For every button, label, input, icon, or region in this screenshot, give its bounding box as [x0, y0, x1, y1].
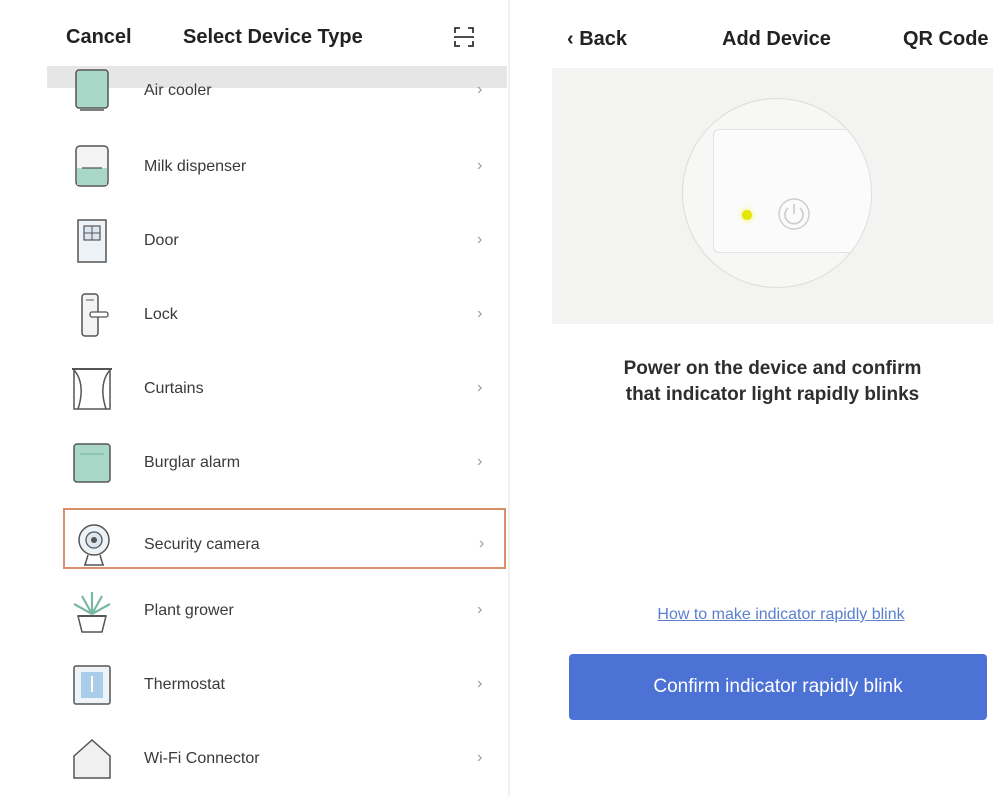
device-type-list[interactable]: Air cooler › Milk dispenser › Door › Loc… [0, 62, 508, 796]
list-item-thermostat[interactable]: Thermostat › [60, 648, 506, 722]
confirm-indicator-button[interactable]: Confirm indicator rapidly blink [569, 654, 987, 720]
chevron-right-icon: › [477, 601, 483, 618]
wifi-connector-icon [73, 738, 111, 779]
list-item-label: Door [144, 232, 179, 249]
list-item-security-camera[interactable]: Security camera › [63, 508, 506, 569]
cancel-button[interactable]: Cancel [66, 26, 132, 49]
device-zoom-circle [682, 98, 872, 288]
air-cooler-icon [75, 69, 109, 111]
scan-icon[interactable] [452, 25, 476, 49]
list-item-label: Plant grower [144, 602, 234, 619]
back-button[interactable]: ‹ Back [567, 28, 627, 51]
chevron-right-icon: › [477, 453, 483, 470]
lock-icon [81, 293, 109, 337]
list-item-wifi-connector[interactable]: Wi-Fi Connector › [60, 722, 506, 796]
list-item-curtains[interactable]: Curtains › [60, 352, 506, 426]
list-item-milk-dispenser[interactable]: Milk dispenser › [60, 130, 506, 204]
list-item-burglar-alarm[interactable]: Burglar alarm › [60, 426, 506, 500]
instruction-line-2: that indicator light rapidly blinks [625, 384, 920, 405]
list-item-label: Burglar alarm [144, 454, 241, 471]
list-item-lock[interactable]: Lock › [60, 278, 506, 352]
list-item-label: Thermostat [144, 676, 225, 693]
door-icon [77, 219, 107, 263]
instruction-text: Power on the device and confirm that ind… [552, 356, 993, 408]
chevron-right-icon: › [477, 157, 483, 174]
list-item-label: Milk dispenser [144, 158, 247, 175]
list-item-air-cooler[interactable]: Air cooler › [60, 62, 506, 128]
power-button-icon [778, 198, 810, 230]
instruction-line-1: Power on the device and confirm [623, 358, 922, 379]
curtains-icon [72, 368, 112, 410]
plant-grower-icon [73, 592, 111, 633]
right-header: ‹ Back Add Device QR Code [512, 0, 993, 70]
page-title: Add Device [722, 28, 831, 50]
add-device-screen: ‹ Back Add Device QR Code Power on the d… [512, 0, 993, 796]
list-item-label: Air cooler [144, 82, 212, 99]
chevron-right-icon: › [477, 231, 483, 248]
chevron-right-icon: › [479, 535, 485, 552]
chevron-right-icon: › [477, 379, 483, 396]
page-title: Select Device Type [183, 26, 363, 48]
chevron-right-icon: › [477, 305, 483, 322]
burglar-alarm-icon [73, 443, 111, 483]
device-illustration [552, 68, 993, 324]
indicator-light-icon [742, 210, 752, 220]
help-link[interactable]: How to make indicator rapidly blink [552, 606, 993, 624]
select-device-type-screen: Cancel Select Device Type Air cooler › M… [0, 0, 508, 796]
device-body [713, 129, 871, 253]
chevron-right-icon: › [477, 675, 483, 692]
list-item-plant-grower[interactable]: Plant grower › [60, 574, 506, 648]
thermostat-icon [73, 665, 111, 705]
list-item-label: Wi-Fi Connector [144, 750, 260, 767]
list-item-label: Security camera [144, 536, 260, 553]
milk-dispenser-icon [75, 145, 109, 187]
chevron-right-icon: › [477, 81, 483, 98]
chevron-left-icon: ‹ [567, 28, 574, 50]
security-camera-icon [78, 524, 110, 566]
list-item-label: Curtains [144, 380, 204, 397]
chevron-right-icon: › [477, 749, 483, 766]
list-item-door[interactable]: Door › [60, 204, 506, 278]
back-label: Back [579, 28, 628, 50]
qr-code-button[interactable]: QR Code [903, 28, 989, 51]
left-header: Cancel Select Device Type [0, 0, 508, 66]
list-item-label: Lock [144, 306, 178, 323]
panel-divider [508, 0, 510, 796]
